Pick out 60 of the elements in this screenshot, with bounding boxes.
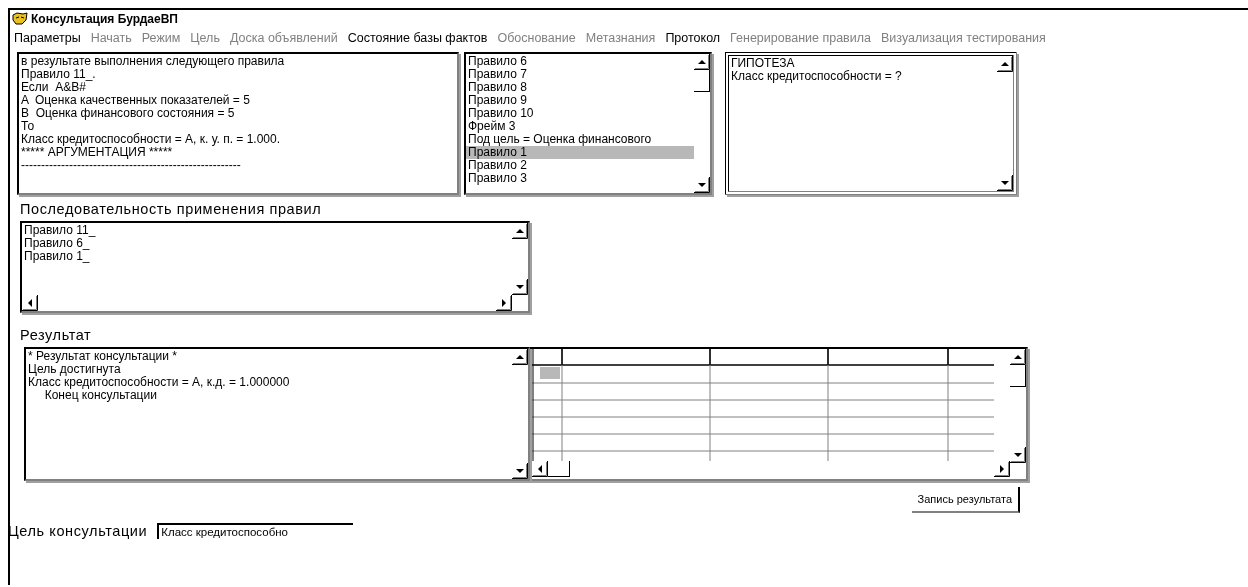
scroll-left-button[interactable] (532, 461, 548, 477)
hypothesis-text-area[interactable]: ГИПОТЕЗА Класс кредитоспособности = ? (725, 52, 1017, 195)
app-icon (12, 12, 28, 26)
text-line: Конец консультации (43, 389, 157, 402)
section-label: Результат (19, 327, 93, 344)
list-item[interactable]: Под цель = Оценка финансового (466, 133, 694, 146)
scroll-left-button[interactable] (22, 295, 38, 311)
list-item[interactable]: Правило 6 (466, 55, 694, 68)
list-item[interactable]: Правило 10 (466, 107, 694, 120)
text-line: Класс кредитоспособности = А, к.д. = 1.000000 (28, 376, 291, 389)
scroll-right-button[interactable] (994, 461, 1010, 477)
scroll-thumb[interactable] (548, 461, 570, 477)
scroll-up-button[interactable] (694, 54, 710, 70)
text-line: ГИПОТЕЗА (731, 57, 796, 70)
text-line: Правило 1_ (24, 250, 91, 263)
menu-item[interactable]: Состояние базы фактов (347, 31, 488, 49)
scroll-down-button[interactable] (694, 177, 710, 193)
text-line: в результате выполнения следующего правила (21, 55, 286, 68)
text-line: Правило 6_ (24, 237, 90, 250)
text-line: * Результат консультации * (28, 350, 178, 363)
sequence-text-area[interactable]: Правило 11_ Правило 6_ Правило 1_ (20, 221, 530, 313)
scroll-up-button[interactable] (512, 349, 528, 365)
text-line: Цель достигнута (28, 363, 121, 376)
scroll-thumb[interactable] (694, 70, 710, 92)
text-line: Правило 11_ (24, 224, 97, 237)
scroll-up-button[interactable] (1010, 349, 1026, 365)
scroll-down-button[interactable] (997, 175, 1013, 191)
menu-item[interactable]: Протокол (665, 31, 721, 49)
list-item[interactable]: Правило 2 (466, 159, 694, 172)
text-line: ***** АРГУМЕНТАЦИЯ ***** (21, 146, 174, 159)
result-text-area[interactable]: * Результат консультации * Цель достигнута Класс кредитоспособности = А, к.д. = 1.000000 Конец консультации (24, 347, 530, 481)
text-line: Правило 11_. (21, 68, 97, 81)
text-line: Класс кредитоспособности = А, к. у. п. = 1.000. (21, 133, 282, 146)
text-line: A Оценка качественных показателей = 5 (21, 94, 251, 107)
rules-list[interactable]: Правило 6 Правило 7 Правило 8 Правило 9 Правило 10 Фрейм 3 Под цель = Оценка финансового Правило 1 Правило 2 Правило 3 (464, 52, 712, 195)
scroll-thumb[interactable] (1010, 365, 1026, 387)
scroll-down-button[interactable] (512, 279, 528, 295)
goal-field[interactable]: Класс кредитоспособно (157, 523, 354, 539)
text-line: Если A&B# (21, 81, 86, 94)
scroll-up-button[interactable] (512, 223, 528, 239)
list-item[interactable]: Правило 7 (466, 68, 694, 81)
scroll-down-button[interactable] (512, 463, 528, 479)
scroll-up-button[interactable] (997, 56, 1013, 72)
scroll-down-button[interactable] (1010, 447, 1026, 463)
list-item[interactable]: Правило 1 (466, 146, 694, 159)
scroll-right-button[interactable] (496, 295, 512, 311)
data-grid[interactable] (532, 349, 994, 461)
text-line: Класс кредитоспособности = ? (731, 70, 903, 83)
text-line: B Оценка финансового состояния = 5 (21, 107, 236, 120)
menu-item[interactable]: Параметры (14, 31, 81, 49)
list-item[interactable]: Фрейм 3 (466, 120, 694, 133)
window-title: Консультация БурдаеВП (31, 12, 178, 26)
section-label: Последовательность применения правил (19, 201, 323, 218)
explanation-text-area[interactable] (17, 52, 459, 195)
list-item[interactable]: Правило 8 (466, 81, 694, 94)
text-line: ------------------------------------------------------- (21, 159, 242, 172)
text-line: То (21, 120, 36, 133)
save-result-button[interactable]: Запись результата (911, 487, 1020, 513)
list-item[interactable]: Правило 3 (466, 172, 694, 185)
list-item[interactable]: Правило 9 (466, 94, 694, 107)
